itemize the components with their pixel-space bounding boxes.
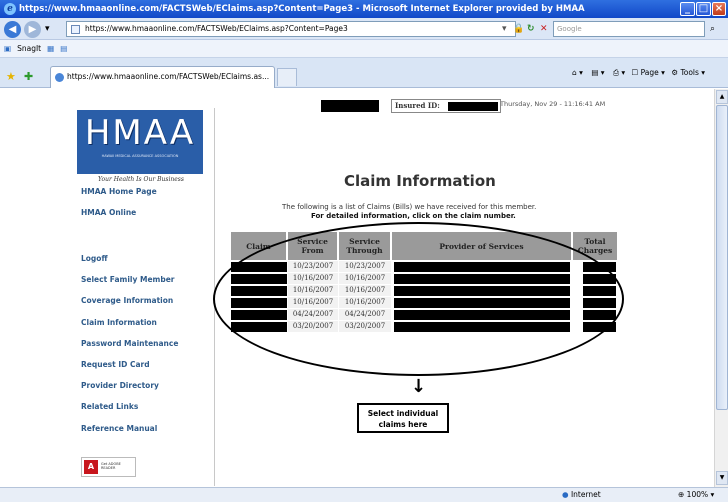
address-bar-row: ◀ ▶ ▾ https://www.hmaaonline.com/FACTSWe… [0, 18, 728, 40]
search-input[interactable]: Google [553, 21, 705, 37]
nav-select-family-member[interactable]: Select Family Member [81, 275, 175, 284]
snagit-capture-icon[interactable]: ▦ [47, 44, 54, 53]
window-title: https://www.hmaaonline.com/FACTSWeb/ECla… [19, 4, 585, 14]
ie-logo-icon: e [4, 3, 16, 15]
nav-hmaa-online[interactable]: HMAA Online [81, 208, 136, 217]
close-button[interactable]: × [712, 2, 726, 16]
page-datetime: Thursday, Nov 29 - 11:16:41 AM [500, 100, 606, 108]
page-menu[interactable]: ☐ Page ▾ [632, 68, 665, 77]
scroll-thumb[interactable] [716, 105, 728, 410]
snagit-button[interactable]: SnagIt [17, 44, 41, 53]
status-bar: ● Internet ⊕ 100% ▾ [0, 487, 728, 502]
address-dropdown-icon[interactable]: ▾ [502, 21, 507, 37]
adobe-label: Get ADOBE READER [101, 462, 121, 470]
lock-icon[interactable]: 🔒 [513, 21, 524, 37]
forward-button[interactable]: ▶ [24, 21, 41, 38]
nav-coverage-information[interactable]: Coverage Information [81, 296, 173, 305]
new-tab-button[interactable] [277, 68, 297, 86]
logo-subtitle: HAWAII MEDICAL ASSURANCE ASSOCIATION [101, 154, 179, 158]
adobe-icon: A [84, 460, 98, 474]
vertical-scrollbar[interactable]: ▲ ▼ [714, 89, 728, 487]
home-icon[interactable]: ⌂ ▾ [572, 68, 583, 77]
internet-zone[interactable]: ● Internet [562, 490, 601, 499]
add-favorite-icon[interactable]: ✚ [24, 70, 33, 83]
intro-instruction: For detailed information, click on the c… [311, 212, 516, 220]
slogan: Your Health Is Our Business [98, 176, 184, 183]
command-bar: ⌂ ▾ ▤ ▾ ⎙ ▾ ☐ Page ▾ ⚙ Tools ▾ [572, 68, 705, 78]
snagit-icon: ▣ [4, 44, 12, 53]
nav-hmaa-home-page[interactable]: HMAA Home Page [81, 187, 157, 196]
adobe-reader-badge[interactable]: A Get ADOBE READER [81, 457, 136, 477]
scroll-down-icon[interactable]: ▼ [716, 471, 728, 485]
nav-request-id-card[interactable]: Request ID Card [81, 360, 150, 369]
nav-password-maintenance[interactable]: Password Maintenance [81, 339, 178, 348]
snagit-toolbar: ▣ SnagIt ▦ ▤ [0, 40, 728, 58]
globe-icon: ● [562, 490, 569, 499]
search-placeholder: Google [557, 25, 582, 33]
minimize-button[interactable]: _ [680, 2, 695, 16]
stop-icon[interactable]: ✕ [540, 21, 548, 37]
callout-text: Select individual claims here [367, 409, 439, 429]
tools-menu-label: Tools [680, 68, 699, 77]
tab-label: https://www.hmaaonline.com/FACTSWeb/ECla… [67, 72, 270, 81]
zoom-control[interactable]: ⊕ 100% ▾ [678, 490, 714, 499]
print-icon[interactable]: ⎙ ▾ [613, 68, 625, 77]
nav-reference-manual[interactable]: Reference Manual [81, 424, 157, 433]
favorites-star-icon[interactable]: ★ [6, 70, 16, 83]
tab-page-icon [55, 73, 64, 82]
down-arrow-icon: ↓ [411, 376, 427, 397]
search-icon[interactable]: ⌕ [710, 21, 715, 37]
scroll-up-icon[interactable]: ▲ [716, 90, 728, 104]
page-title: Claim Information [344, 172, 496, 190]
tab-claims[interactable]: https://www.hmaaonline.com/FACTSWeb/ECla… [50, 66, 275, 88]
tools-menu[interactable]: ⚙ Tools ▾ [671, 68, 705, 77]
hmaa-logo[interactable]: HMAA HAWAII MEDICAL ASSURANCE ASSOCIATIO… [77, 110, 203, 174]
zoom-label: 100% [686, 490, 709, 499]
history-dropdown-icon[interactable]: ▾ [45, 21, 50, 37]
intro-text: The following is a list of Claims (Bills… [282, 203, 537, 211]
window-title-bar: e https://www.hmaaonline.com/FACTSWeb/EC… [0, 0, 728, 18]
zone-label: Internet [570, 490, 601, 499]
refresh-icon[interactable]: ↻ [527, 21, 535, 37]
maximize-button[interactable]: □ [696, 2, 711, 16]
nav-provider-directory[interactable]: Provider Directory [81, 381, 159, 390]
nav-related-links[interactable]: Related Links [81, 402, 138, 411]
tab-bar: ★ ✚ https://www.hmaaonline.com/FACTSWeb/… [0, 58, 728, 88]
back-button[interactable]: ◀ [4, 21, 21, 38]
highlight-oval [213, 222, 624, 376]
page-menu-label: Page [640, 68, 659, 77]
snagit-edit-icon[interactable]: ▤ [60, 44, 67, 53]
member-name-redacted [321, 100, 379, 112]
insured-label: Insured ID: [395, 101, 440, 110]
logo-text: HMAA [84, 113, 196, 153]
feeds-icon[interactable]: ▤ ▾ [591, 68, 604, 77]
insured-id-redacted [448, 102, 498, 111]
address-url: https://www.hmaaonline.com/FACTSWeb/ECla… [85, 24, 348, 33]
page-icon [71, 25, 80, 34]
nav-logoff[interactable]: Logoff [81, 254, 108, 263]
address-input[interactable]: https://www.hmaaonline.com/FACTSWeb/ECla… [66, 21, 516, 37]
callout-box: Select individual claims here [357, 403, 449, 433]
nav-claim-information[interactable]: Claim Information [81, 318, 157, 327]
